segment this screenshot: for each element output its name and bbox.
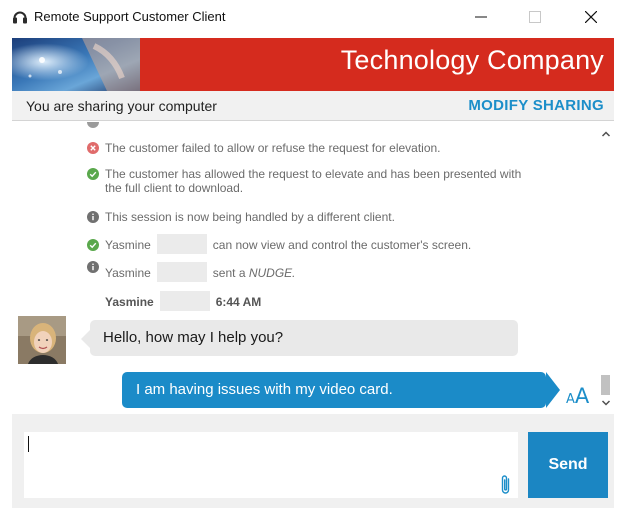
- chat-scrollbar[interactable]: [598, 122, 614, 412]
- incoming-message-bubble: Hello, how may I help you?: [81, 320, 518, 356]
- message-header: Yasmine 6:44 AM: [88, 291, 528, 311]
- send-button[interactable]: Send: [528, 432, 608, 498]
- redacted-surname: [156, 262, 207, 282]
- text-caret: [28, 436, 29, 452]
- event-text: can now view and control the customer's …: [212, 238, 472, 253]
- event-text: sent a: [212, 266, 246, 281]
- banner-graphic: [12, 38, 140, 91]
- redacted-surname: [159, 291, 210, 311]
- font-size-button[interactable]: AA: [566, 384, 589, 408]
- minimize-button[interactable]: [458, 0, 504, 34]
- title-bar: Remote Support Customer Client: [0, 0, 622, 34]
- company-banner: Technology Company: [12, 38, 614, 91]
- agent-name: Yasmine: [105, 238, 151, 253]
- event-row: Yasmine sent a NUDGE.: [87, 261, 528, 282]
- info-icon: [87, 261, 99, 273]
- close-icon: [585, 11, 597, 23]
- company-name: Technology Company: [340, 45, 604, 75]
- outgoing-message-bubble: I am having issues with my video card.: [122, 372, 560, 408]
- success-check-icon: [87, 168, 99, 180]
- window-title: Remote Support Customer Client: [34, 9, 226, 24]
- event-row: Yasmine can now view and control the cust…: [87, 234, 528, 254]
- font-size-large-a: A: [574, 384, 590, 408]
- message-input[interactable]: [24, 432, 518, 498]
- event-row: This session is now being handled by a d…: [87, 210, 528, 224]
- message-time: 6:44 AM: [215, 295, 262, 310]
- sharing-status: You are sharing your computer: [26, 98, 217, 114]
- outgoing-message-text: I am having issues with my video card.: [136, 381, 393, 398]
- maximize-icon: [529, 11, 541, 23]
- info-icon: [87, 122, 99, 128]
- redacted-surname: [156, 234, 207, 254]
- headset-icon: [13, 11, 27, 24]
- paperclip-icon[interactable]: [499, 474, 513, 496]
- close-button[interactable]: [568, 0, 614, 34]
- maximize-button[interactable]: [512, 0, 558, 34]
- modify-sharing-link[interactable]: MODIFY SHARING: [468, 97, 604, 114]
- event-row: The customer failed to allow or refuse t…: [87, 141, 528, 155]
- font-size-small-a: A: [566, 392, 575, 407]
- message-composer: Send: [12, 414, 614, 508]
- chat-transcript: The customer failed to allow or refuse t…: [12, 122, 614, 412]
- agent-name: Yasmine: [105, 266, 151, 281]
- sender-name: Yasmine: [105, 295, 154, 310]
- sharing-bar: You are sharing your computer MODIFY SHA…: [12, 91, 614, 121]
- scroll-thumb[interactable]: [601, 375, 610, 395]
- incoming-message-text: Hello, how may I help you?: [103, 329, 284, 346]
- nudge-text: NUDGE.: [248, 266, 296, 281]
- agent-avatar: [18, 316, 66, 364]
- event-text: This session is now being handled by a d…: [105, 210, 395, 224]
- event-text: The customer has allowed the request to …: [105, 167, 522, 195]
- success-check-icon: [87, 239, 99, 251]
- chevron-up-icon[interactable]: [600, 128, 612, 140]
- event-row: The customer has allowed the request to …: [87, 167, 528, 195]
- chevron-down-icon[interactable]: [600, 397, 612, 409]
- warning-x-icon: [87, 142, 99, 154]
- minimize-icon: [475, 16, 487, 18]
- info-icon: [87, 211, 99, 223]
- event-text: The customer failed to allow or refuse t…: [105, 141, 441, 155]
- avatar-photo: [18, 316, 66, 364]
